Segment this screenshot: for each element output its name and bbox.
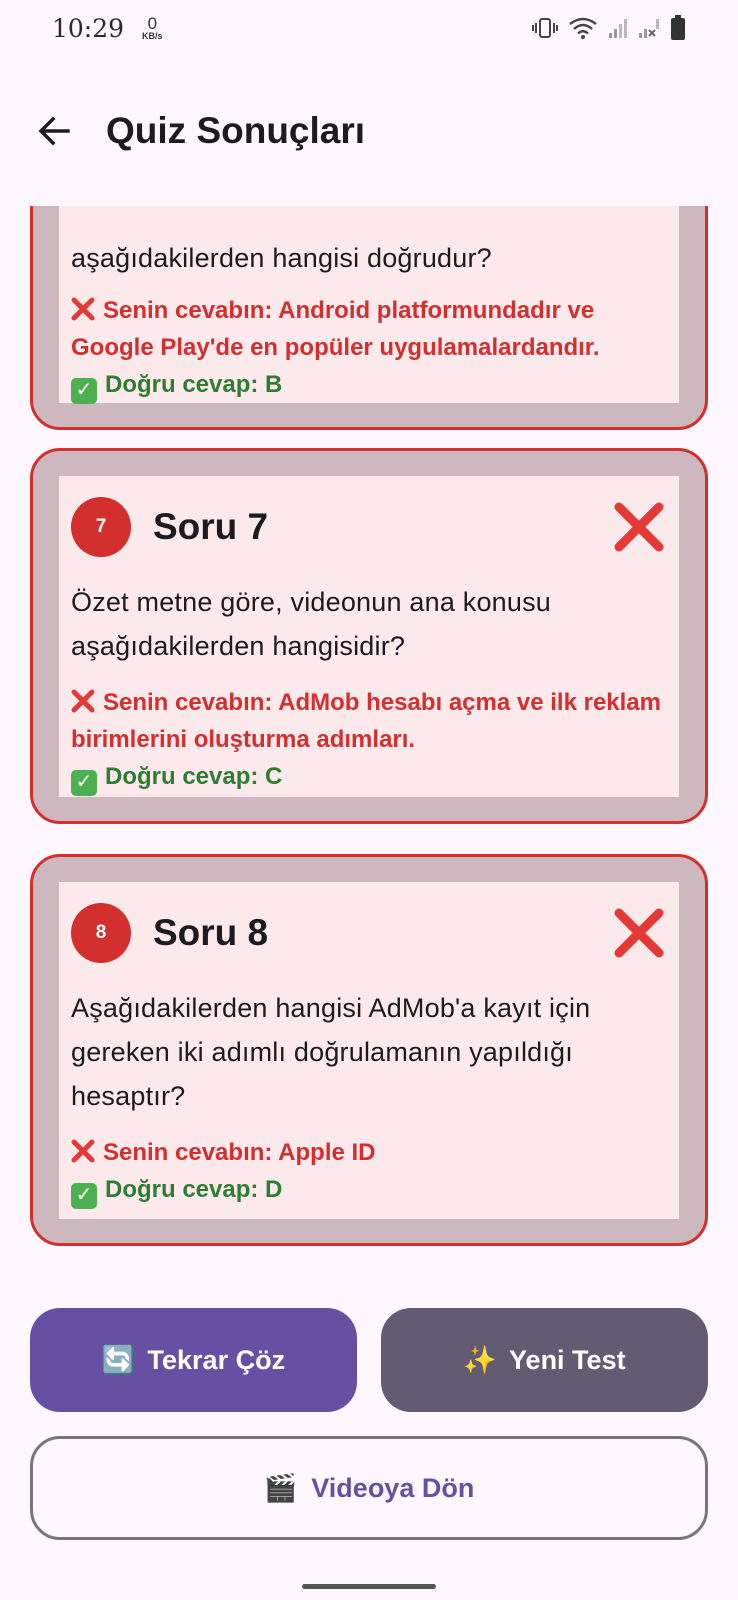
retry-icon: 🔄	[101, 1345, 136, 1375]
sparkles-icon: ✨	[463, 1345, 498, 1375]
question-title: Soru 7	[153, 506, 269, 547]
new-test-button[interactable]: ✨ Yeni Test	[381, 1308, 708, 1412]
clapper-board-icon: 🎬	[263, 1473, 298, 1503]
wrong-result-icon	[614, 502, 664, 552]
network-speed: 0 KB/s	[142, 15, 163, 41]
question-number-badge: 8	[71, 903, 131, 963]
answers: Senin cevabın: Apple ID ✓ Doğru cevap: D	[71, 1134, 667, 1209]
correct-answer: ✓ Doğru cevap: C	[71, 758, 667, 796]
correct-answer: ✓ Doğru cevap: D	[71, 1171, 667, 1209]
correct-answer: ✓ Doğru cevap: B	[71, 366, 667, 404]
answers: Senin cevabın: Android platformundadır v…	[71, 292, 667, 404]
question-card-inner: 7 Soru 7 Özet metne göre, videonun ana k…	[59, 476, 679, 797]
home-indicator[interactable]	[302, 1584, 436, 1589]
cross-mark-icon	[71, 297, 95, 321]
check-mark-icon: ✓	[71, 377, 97, 404]
question-text: aşağıdakilerden hangisi doğrudur?	[71, 243, 492, 273]
wrong-result-icon	[614, 908, 664, 958]
question-card-6: aşağıdakilerden hangisi doğrudur? Senin …	[30, 206, 708, 430]
user-answer-text: Senin cevabın: AdMob hesabı açma ve ilk …	[71, 689, 661, 753]
page-title: Quiz Sonuçları	[106, 110, 366, 151]
user-answer-text: Senin cevabın: Android platformundadır v…	[71, 297, 600, 361]
question-text: Özet metne göre, videonun ana konusu aşa…	[71, 587, 552, 661]
retry-button[interactable]: 🔄 Tekrar Çöz	[30, 1308, 357, 1412]
wifi-icon	[569, 17, 597, 39]
status-left: 10:29 0 KB/s	[52, 14, 163, 43]
question-number-badge: 7	[71, 497, 131, 557]
check-mark-icon: ✓	[71, 769, 97, 796]
question-card-7: 7 Soru 7 Özet metne göre, videonun ana k…	[30, 448, 708, 824]
user-answer: Senin cevabın: Android platformundadır v…	[71, 292, 667, 366]
network-speed-value: 0	[147, 14, 158, 33]
battery-icon	[671, 15, 685, 40]
vibrate-icon	[532, 18, 558, 38]
check-mark-icon: ✓	[71, 1182, 97, 1209]
network-speed-unit: KB/s	[142, 31, 163, 41]
action-buttons: 🔄 Tekrar Çöz ✨ Yeni Test	[30, 1308, 708, 1412]
user-answer: Senin cevabın: AdMob hesabı açma ve ilk …	[71, 684, 667, 758]
user-answer: Senin cevabın: Apple ID	[71, 1134, 667, 1171]
question-card-8: 8 Soru 8 Aşağıdakilerden hangisi AdMob'a…	[30, 854, 708, 1246]
back-to-video-label: Videoya Dön	[311, 1472, 475, 1503]
question-card-inner: 8 Soru 8 Aşağıdakilerden hangisi AdMob'a…	[59, 882, 679, 1219]
answers: Senin cevabın: AdMob hesabı açma ve ilk …	[71, 684, 667, 796]
correct-answer-text: Doğru cevap: D	[105, 1176, 283, 1203]
results-list[interactable]: aşağıdakilerden hangisi doğrudur? Senin …	[0, 206, 738, 1276]
question-text: Aşağıdakilerden hangisi AdMob'a kayıt iç…	[71, 993, 591, 1111]
new-test-button-label: Yeni Test	[509, 1344, 626, 1375]
card-header-left: 7 Soru 7	[71, 497, 268, 557]
correct-answer-text: Doğru cevap: B	[105, 371, 283, 398]
app-bar: Quiz Sonuçları	[0, 56, 738, 206]
signal-icon	[609, 19, 627, 38]
signal-x-icon	[639, 19, 659, 38]
correct-answer-text: Doğru cevap: C	[105, 763, 283, 790]
cross-mark-icon	[71, 1139, 95, 1163]
question-title: Soru 8	[153, 912, 269, 953]
back-to-video-button[interactable]: 🎬 Videoya Dön	[30, 1436, 708, 1540]
card-header: 8 Soru 8	[71, 892, 667, 974]
status-time: 10:29	[52, 13, 125, 43]
status-bar: 10:29 0 KB/s	[0, 0, 738, 56]
user-answer-text: Senin cevabın: Apple ID	[103, 1139, 376, 1166]
cross-mark-icon	[71, 689, 95, 713]
status-icons	[532, 15, 686, 41]
card-header: 7 Soru 7	[71, 486, 667, 568]
question-card-inner: aşağıdakilerden hangisi doğrudur? Senin …	[59, 206, 679, 404]
retry-button-label: Tekrar Çöz	[147, 1344, 286, 1375]
card-header-left: 8 Soru 8	[71, 903, 268, 963]
arrow-back-icon[interactable]	[34, 111, 74, 151]
